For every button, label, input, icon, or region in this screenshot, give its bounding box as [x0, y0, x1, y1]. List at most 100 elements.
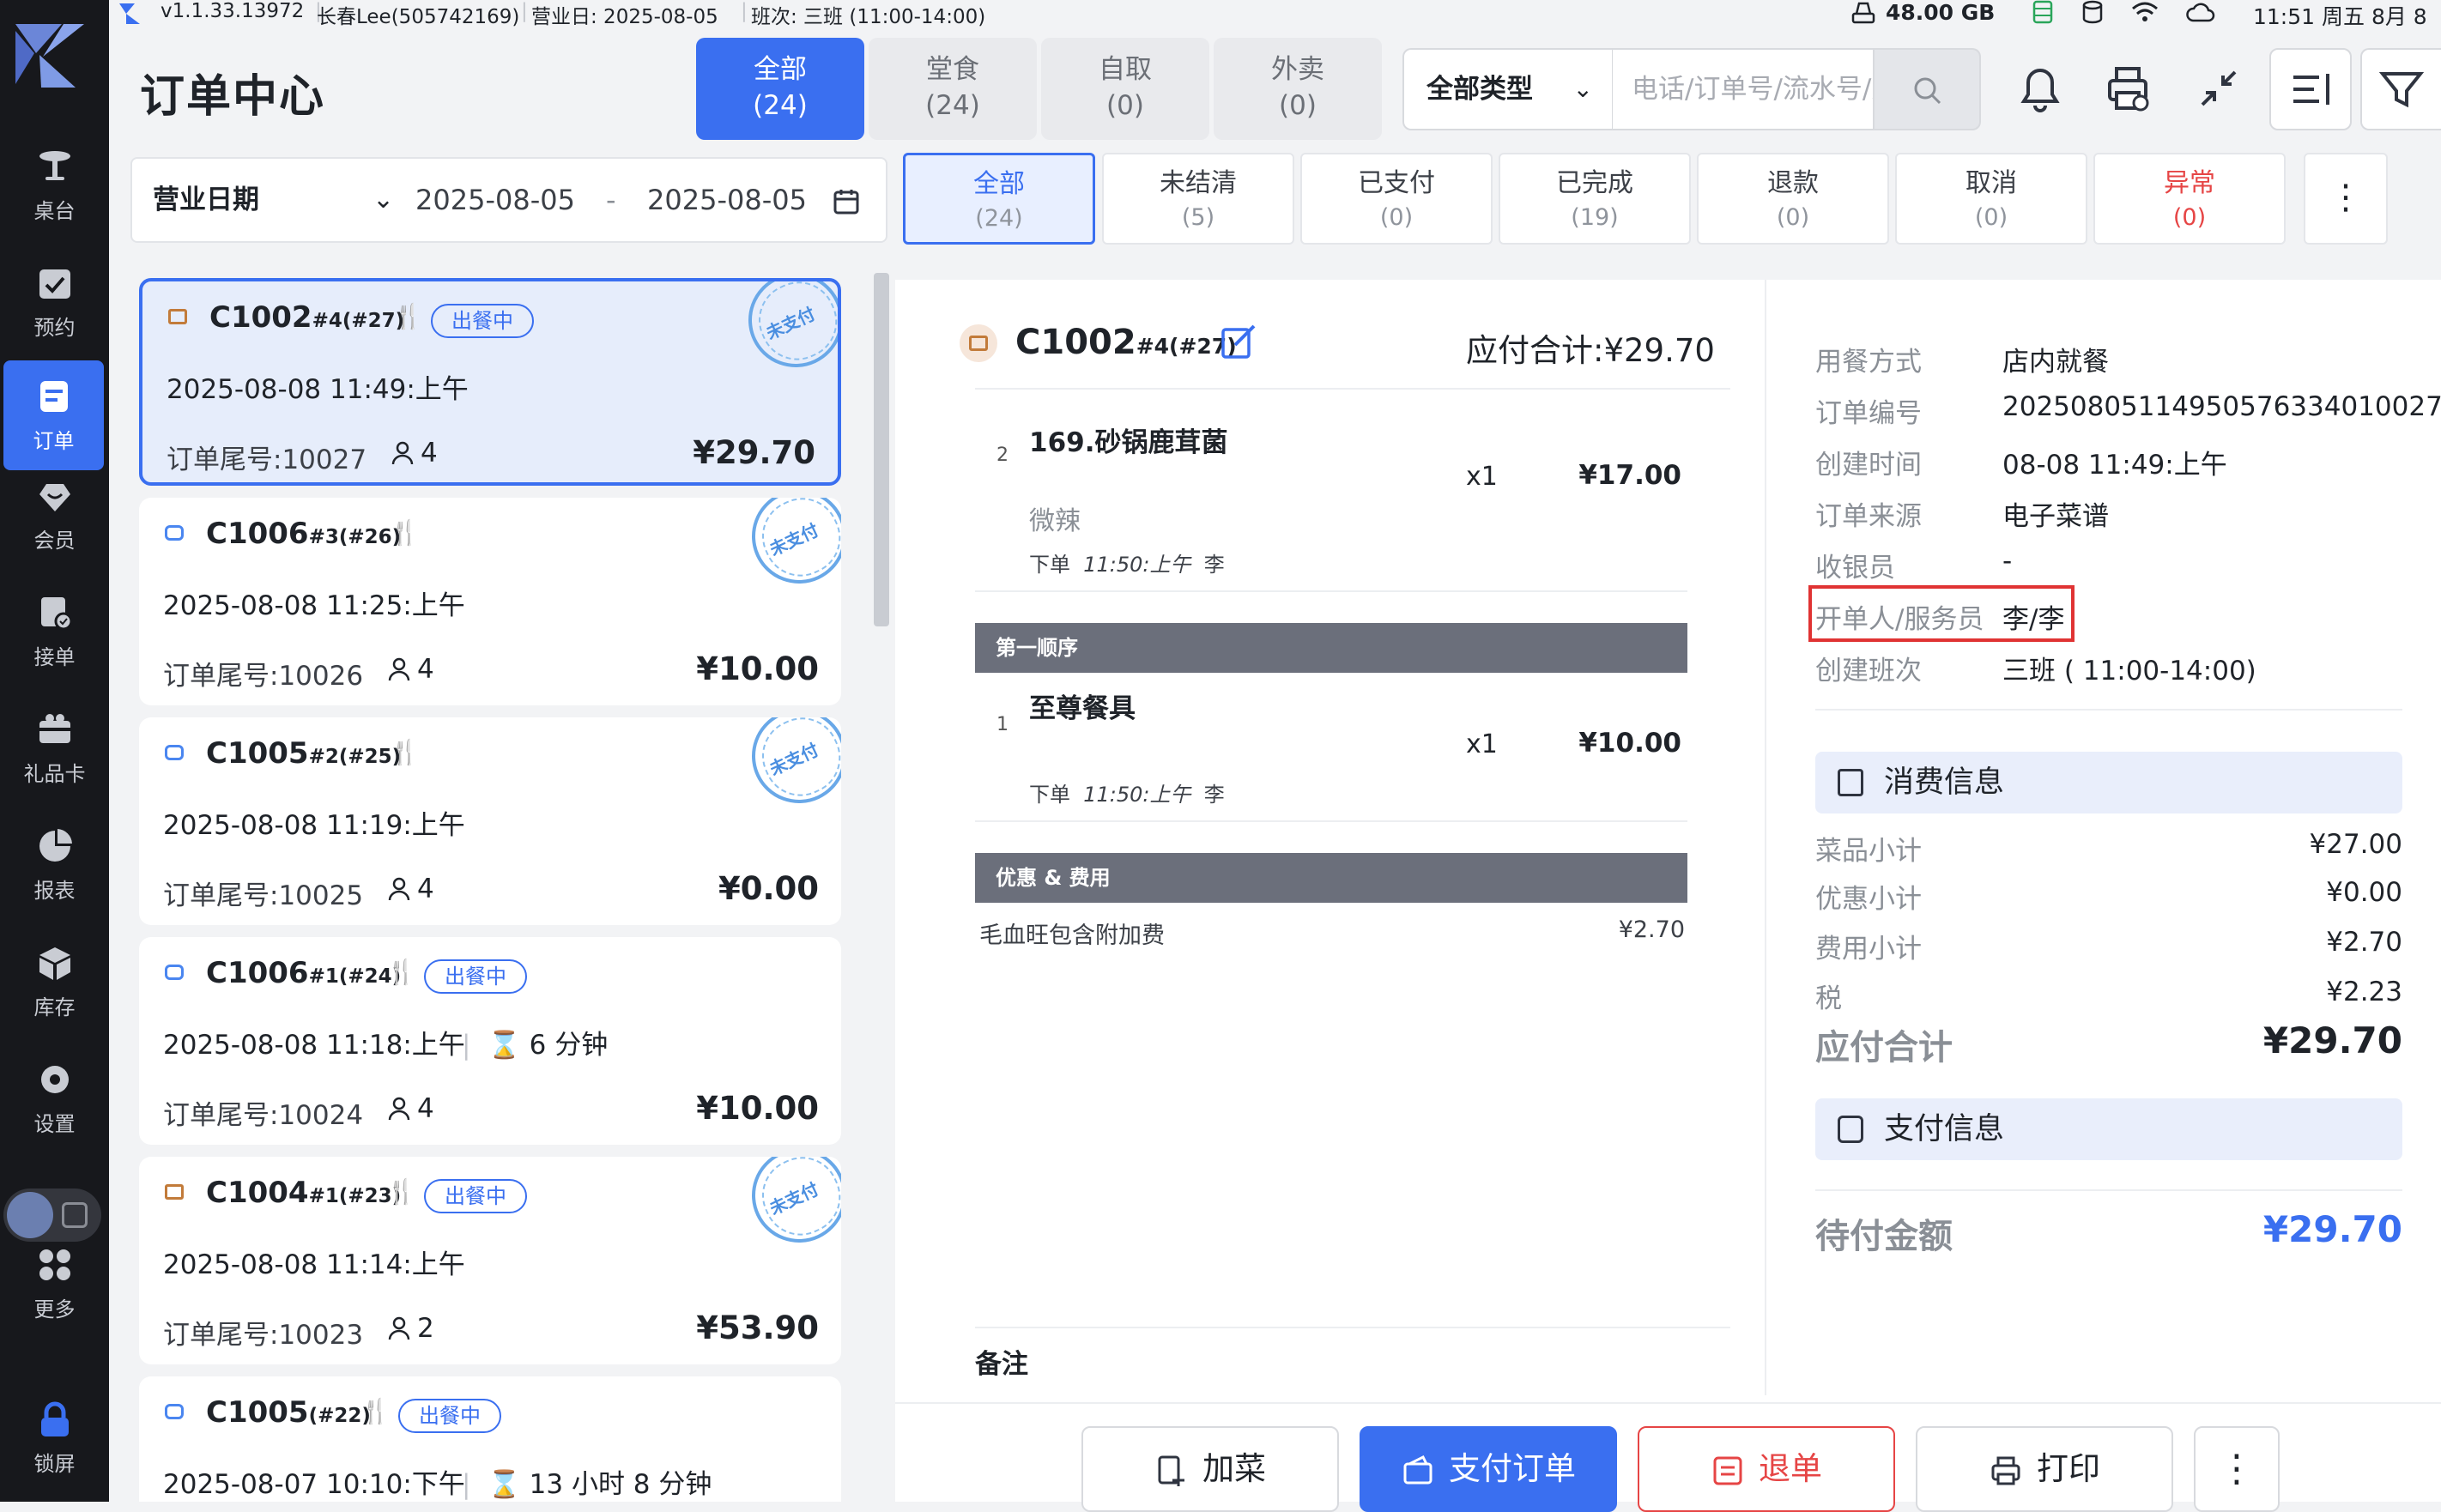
utensils-icon: 🍴 [360, 1397, 391, 1425]
collapse-icon[interactable] [2189, 58, 2249, 118]
calendar-icon[interactable] [833, 188, 860, 215]
fee-value: ¥2.70 [1618, 916, 1685, 943]
order-card[interactable]: C1006#3(#26) 🍴 2025-08-08 11:25:上午 订单尾号:… [139, 498, 841, 705]
edit-icon[interactable] [1220, 323, 1257, 360]
nav-item-settings[interactable]: 设置 [0, 1043, 109, 1153]
cloud-icon [2186, 3, 2215, 22]
status-tab-paid[interactable]: 已支付 (0) [1300, 153, 1493, 245]
nav-item-gift-card[interactable]: 礼品卡 [0, 693, 109, 803]
nav-label: 会员 [33, 528, 76, 553]
status-tab-refund[interactable]: 退款 (0) [1697, 153, 1889, 245]
more-options-button[interactable]: ⋮ [2304, 153, 2388, 245]
status-tab-cancelled[interactable]: 取消 (0) [1895, 153, 2087, 245]
order-card[interactable]: C1006#1(#24) 🍴 出餐中 2025-08-08 11:18:上午 |… [139, 937, 841, 1145]
date-from[interactable]: 2025-08-05 [415, 159, 575, 241]
app-logo [15, 24, 84, 88]
search-button[interactable] [1875, 48, 1981, 130]
order-time: 2025-08-08 11:19:上午 [163, 810, 465, 841]
nav-item-accept-orders[interactable]: 接单 [0, 577, 109, 686]
status-tab-label: 异常 [2164, 168, 2215, 198]
status-tab-abnormal[interactable]: 异常 (0) [2093, 153, 2286, 245]
order-card[interactable]: C1005#2(#25) 🍴 2025-08-08 11:19:上午 订单尾号:… [139, 717, 841, 925]
table-icon [39, 150, 70, 180]
summary-value: ¥2.23 [2326, 977, 2402, 1007]
order-type-count: (0) [1279, 90, 1317, 121]
order-type-tab-all[interactable]: 全部 (24) [696, 38, 864, 140]
business-date-filter[interactable]: 营业日期 ⌄ 2025-08-05 - 2025-08-05 [130, 157, 887, 243]
nav-label: 报表 [33, 878, 76, 903]
status-badge: 出餐中 [398, 1399, 501, 1433]
detail-total: 应付合计:¥29.70 [1466, 332, 1715, 369]
status-tab-label: 已完成 [1556, 168, 1633, 198]
dine-in-tag-icon [969, 336, 988, 351]
order-card[interactable]: C1004#1(#23) 🍴 出餐中 2025-08-08 11:14:上午 订… [139, 1157, 841, 1364]
order-type-select[interactable]: 全部类型 ⌄ [1402, 48, 1612, 130]
nav-item-reservations[interactable]: 预约 [0, 247, 109, 357]
add-dish-button[interactable]: 加菜 [1081, 1426, 1339, 1512]
order-type-tab-dine-in[interactable]: 堂食 (24) [869, 38, 1037, 140]
chevron-down-icon: ⌄ [1572, 75, 1593, 103]
order-amount: ¥10.00 [696, 1090, 819, 1127]
status-tab-count: (5) [1181, 204, 1215, 231]
list-scrollbar[interactable] [874, 273, 889, 626]
utensils-icon: 🍴 [390, 518, 420, 547]
order-type-label: 全部 [754, 54, 807, 85]
nav-item-inventory[interactable]: 库存 [0, 927, 109, 1037]
status-tab-all[interactable]: 全部 (24) [903, 153, 1095, 245]
item-order-meta: 下单 11:50:上午 李 [1029, 553, 1225, 577]
guest-count: 4 [388, 1093, 434, 1124]
order-card[interactable]: C1002#4(#27) 🍴 出餐中 2025-08-08 11:49:上午 订… [139, 278, 841, 486]
guest-count: 2 [388, 1313, 434, 1344]
nav-item-more[interactable]: 更多 [0, 1229, 109, 1339]
report-icon [39, 828, 72, 862]
print-button[interactable]: 打印 [1916, 1426, 2173, 1512]
wifi-icon [2132, 2, 2158, 21]
order-code: C1005(#22) [206, 1395, 371, 1430]
sort-button[interactable] [2269, 48, 2352, 130]
wallet-icon [1838, 1116, 1863, 1143]
summary-value: ¥0.00 [2326, 877, 2402, 908]
item-name[interactable]: 169.砂锅鹿茸菌 [1029, 420, 1228, 459]
takeout-tag-icon [165, 1404, 184, 1419]
order-type-tab-pickup[interactable]: 自取 (0) [1041, 38, 1209, 140]
nav-item-orders[interactable]: 订单 [3, 360, 104, 470]
date-to[interactable]: 2025-08-05 [647, 159, 807, 241]
item-qty: x1 [1466, 462, 1498, 492]
info-value: - [2002, 546, 2013, 577]
amount-due-label: 待付金额 [1815, 1217, 1953, 1256]
order-tail-number: 订单尾号:10024 [163, 1100, 364, 1131]
printer-settings-icon[interactable] [2098, 58, 2158, 118]
order-sub: #3(#26) [308, 526, 402, 548]
date-separator: - [606, 184, 616, 216]
refund-order-button[interactable]: 退单 [1638, 1426, 1895, 1512]
wait-duration: | ⌛ 6 分钟 [462, 1030, 609, 1061]
order-type-tab-delivery[interactable]: 外卖 (0) [1214, 38, 1382, 140]
nav-item-tables[interactable]: 桌台 [0, 130, 109, 240]
order-card[interactable]: C1005(#22) 🍴 出餐中 2025-08-07 10:10:下午 | ⌛… [139, 1376, 841, 1502]
user-info: 长春Lee(505742169) [317, 6, 520, 28]
business-day: 营业日: 2025-08-05 [531, 6, 718, 28]
bell-icon[interactable] [2010, 58, 2070, 118]
status-tab-completed[interactable]: 已完成 (19) [1499, 153, 1691, 245]
summary-value: ¥27.00 [2309, 829, 2402, 860]
item-name[interactable]: 至尊餐具 [1029, 686, 1136, 725]
pay-order-button[interactable]: 支付订单 [1360, 1426, 1617, 1512]
more-vertical-icon: ⋮ [2329, 178, 2363, 217]
status-tab-count: (0) [2172, 204, 2207, 231]
nav-item-lock[interactable]: 锁屏 [0, 1383, 109, 1493]
unpaid-stamp: 未支付 [732, 281, 838, 384]
more-actions-button[interactable]: ⋮ [2194, 1426, 2280, 1512]
item-order-meta: 下单 11:50:上午 李 [1029, 783, 1225, 807]
unpaid-stamp: 未支付 [736, 498, 841, 600]
nav-label: 设置 [33, 1111, 76, 1136]
nav-item-members[interactable]: 会员 [0, 460, 109, 570]
status-tab-unsettled[interactable]: 未结清 (5) [1102, 153, 1294, 245]
side-nav: 桌台 预约 订单 会员 接单 礼品卡 报表 库存 设置 更多 锁屏 [0, 0, 109, 1502]
nav-item-reports[interactable]: 报表 [0, 810, 109, 920]
order-sub: #4(#27) [312, 310, 405, 332]
filter-button[interactable] [2360, 48, 2441, 130]
item-index: 1 [996, 714, 1009, 735]
hourglass-icon: ⌛ [488, 1030, 521, 1061]
item-price: ¥17.00 [1578, 460, 1681, 491]
search-input[interactable] [1612, 48, 1875, 130]
